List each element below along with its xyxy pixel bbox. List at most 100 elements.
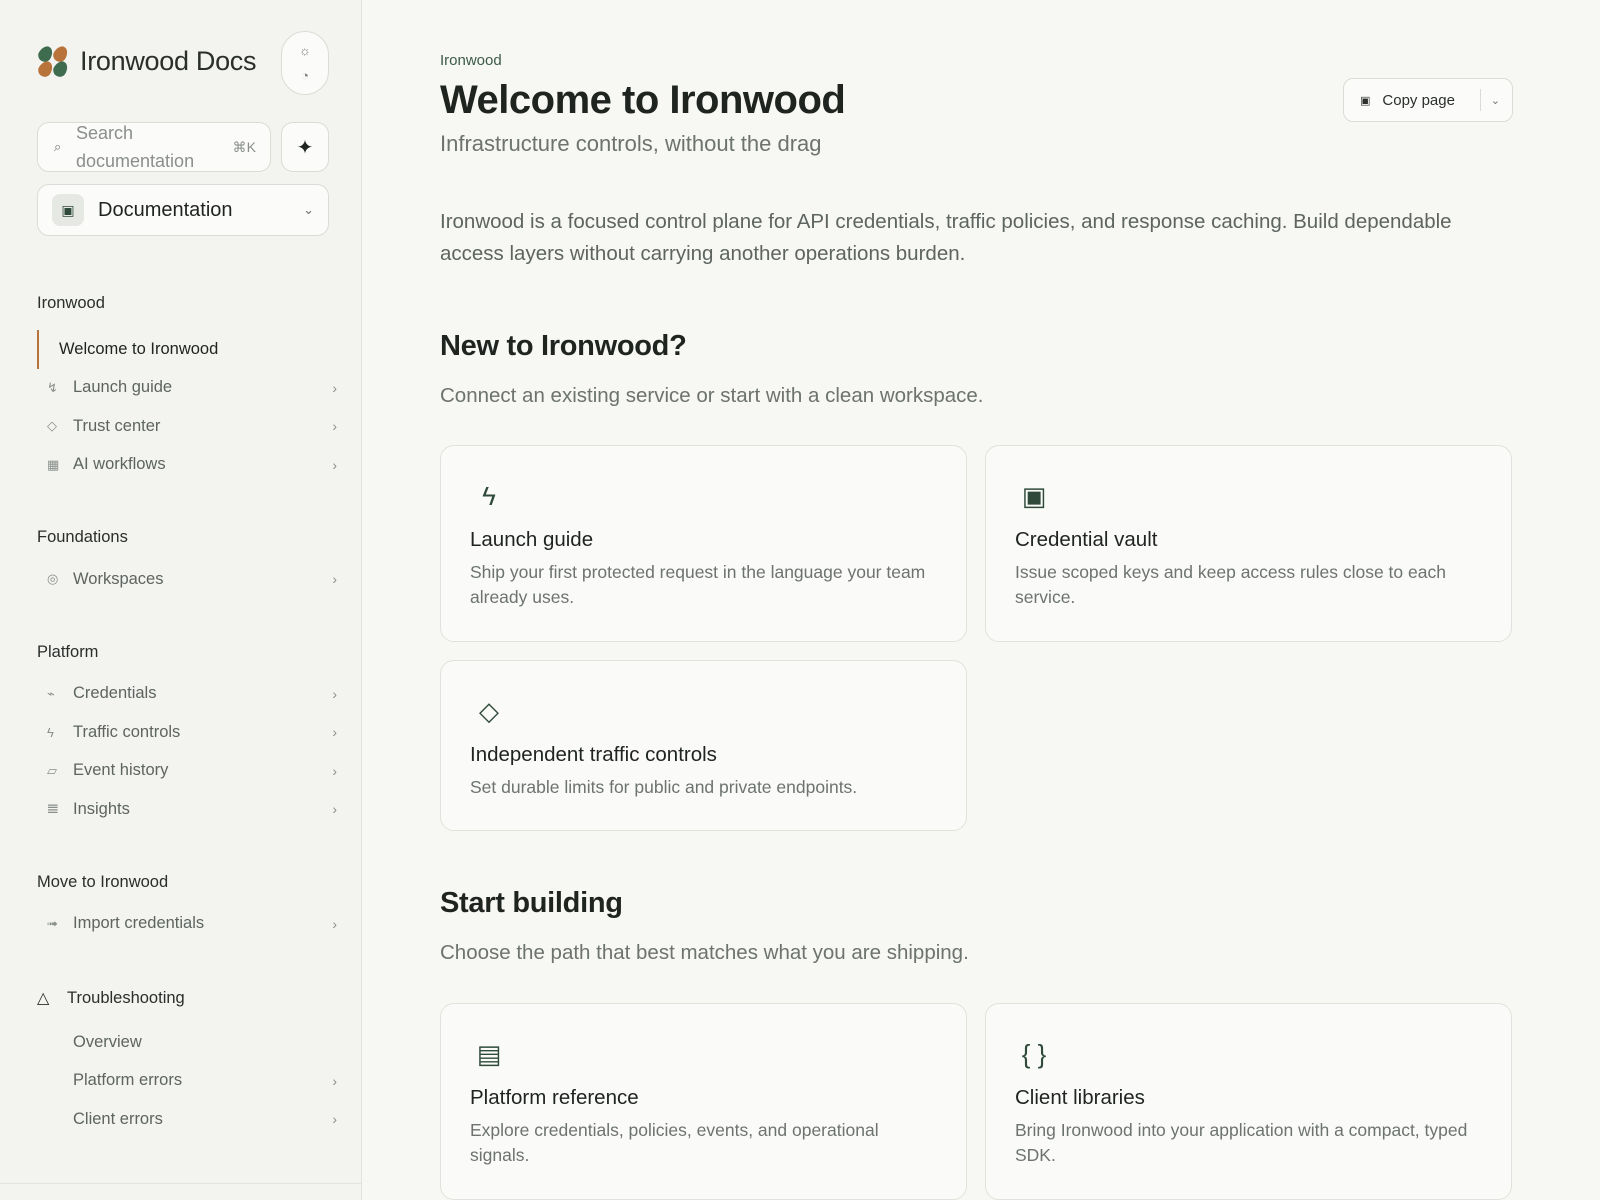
nav-group-title: Foundations: [37, 528, 128, 546]
card-launch-guide[interactable]: ϟ Launch guide Ship your first protected…: [440, 445, 967, 642]
sidebar: Ironwood Docs ☼ ◔ ⌕ Search documentation…: [0, 0, 362, 1200]
card-title: Platform reference: [470, 1086, 639, 1109]
chevron-right-icon[interactable]: ›: [323, 418, 337, 434]
sidebar-divider: [0, 1183, 362, 1184]
ironwood-logo-icon: [35, 43, 71, 80]
card-description: Ship your first protected request in the…: [470, 562, 926, 607]
chevron-right-icon[interactable]: ›: [323, 801, 337, 817]
sidebar-item-label: Platform errors: [73, 1071, 183, 1090]
card-description: Explore credentials, policies, events, a…: [470, 1120, 879, 1165]
search-shortcut: ⌘K: [232, 138, 256, 155]
card-description: Issue scoped keys and keep access rules …: [1015, 562, 1446, 607]
sidebar-item-label: Launch guide: [73, 378, 173, 397]
nav-group-title: Move to Ironwood: [37, 872, 169, 891]
nav-group-title: Ironwood: [37, 294, 105, 312]
page-subtitle: Infrastructure controls, without the dra…: [440, 131, 822, 156]
documentation-selector[interactable]: ▣ Documentation ⌄: [37, 184, 329, 236]
section-subtitle-build: Choose the path that best matches what y…: [440, 941, 969, 964]
card-traffic-controls[interactable]: ◇ Independent traffic controls Set durab…: [440, 660, 967, 831]
diamond-icon: ◇: [479, 695, 499, 726]
sidebar-item-label: Trust center: [73, 416, 161, 435]
sidebar-item-import-credentials[interactable]: ➟ Import credentials ›: [37, 905, 337, 944]
sidebar-section-label: Troubleshooting: [67, 988, 185, 1007]
key-icon: ⌁: [47, 685, 55, 701]
documentation-selector-label: Documentation: [98, 198, 233, 221]
chevron-down-icon[interactable]: ⌄: [1491, 94, 1500, 107]
copy-page-button[interactable]: ▣ Copy page ⌄: [1343, 78, 1513, 122]
chart-icon: 𝌆: [47, 801, 59, 817]
card-description: Set durable limits for public and privat…: [470, 777, 858, 797]
chevron-down-icon: ⌄: [303, 202, 314, 217]
chevron-right-icon[interactable]: ›: [323, 686, 337, 702]
chevron-right-icon[interactable]: ›: [323, 1073, 337, 1089]
chevron-right-icon[interactable]: ›: [323, 380, 337, 396]
section-title-build: Start building: [440, 887, 623, 919]
sidebar-item-label: Insights: [73, 799, 130, 818]
arrow-right-icon: ➟: [47, 915, 58, 931]
sidebar-item-platform-errors[interactable]: Platform errors ›: [37, 1062, 337, 1101]
chevron-right-icon[interactable]: ›: [323, 571, 337, 587]
sidebar-item-workspaces[interactable]: ◎ Workspaces ›: [37, 560, 337, 599]
sidebar-item-ai-workflows[interactable]: ▦ AI workflows ›: [37, 446, 337, 485]
sidebar-item-trust-center[interactable]: ◇ Trust center ›: [37, 407, 337, 446]
brand[interactable]: Ironwood Docs: [35, 43, 257, 80]
sidebar-section-troubleshooting[interactable]: △ Troubleshooting: [37, 985, 337, 1011]
sidebar-item-welcome[interactable]: Welcome to Ironwood: [37, 330, 337, 369]
nav-group-title: Platform: [37, 642, 99, 661]
card-title: Client libraries: [1015, 1086, 1145, 1109]
sidebar-nav: Ironwood Welcome to Ironwood ↯ Launch gu…: [37, 292, 337, 1139]
sidebar-item-launch-guide[interactable]: ↯ Launch guide ›: [37, 369, 337, 408]
document-list-icon: ▤: [476, 1038, 502, 1069]
sparkle-icon: ✦: [296, 136, 314, 159]
sidebar-item-client-errors[interactable]: Client errors ›: [37, 1100, 337, 1139]
target-icon: ◎: [47, 571, 59, 587]
theme-toggle[interactable]: ☼ ◔: [281, 31, 329, 95]
diamond-icon: ◇: [47, 418, 57, 434]
sidebar-item-event-history[interactable]: ▱ Event history ›: [37, 752, 337, 791]
divider: [1479, 89, 1481, 111]
chevron-right-icon[interactable]: ›: [323, 916, 337, 932]
search-icon: ⌕: [54, 139, 62, 154]
card-title: Independent traffic controls: [470, 743, 717, 766]
card-description: Bring Ironwood into your application wit…: [1015, 1120, 1468, 1165]
history-icon: ▱: [47, 762, 57, 778]
card-platform-reference[interactable]: ▤ Platform reference Explore credentials…: [440, 1003, 967, 1200]
bolt-icon: ϟ: [482, 480, 496, 511]
section-title-new: New to Ironwood?: [440, 330, 687, 362]
sidebar-item-label: Welcome to Ironwood: [59, 339, 219, 358]
sidebar-item-overview[interactable]: Overview: [37, 1023, 337, 1062]
sidebar-item-insights[interactable]: 𝌆 Insights ›: [37, 790, 337, 829]
chevron-right-icon[interactable]: ›: [323, 457, 337, 473]
card-credential-vault[interactable]: ▣ Credential vault Issue scoped keys and…: [985, 445, 1512, 642]
moon-icon[interactable]: ◔: [301, 68, 309, 83]
sidebar-item-label: Overview: [73, 1032, 142, 1051]
sun-icon[interactable]: ☼: [299, 43, 311, 58]
sidebar-item-label: AI workflows: [73, 455, 166, 474]
sidebar-item-label: Workspaces: [73, 569, 164, 588]
copy-page-label: Copy page: [1382, 91, 1455, 109]
warning-triangle-icon: △: [37, 990, 50, 1007]
sidebar-item-credentials[interactable]: ⌁ Credentials ›: [37, 675, 337, 714]
card-client-libraries[interactable]: { } Client libraries Bring Ironwood into…: [985, 1003, 1512, 1200]
sidebar-item-label: Traffic controls: [73, 722, 181, 741]
bolt-icon: ϟ: [47, 724, 54, 740]
search-input[interactable]: ⌕ Search documentation ⌘K: [37, 122, 271, 172]
chevron-right-icon[interactable]: ›: [323, 1111, 337, 1127]
ai-assistant-button[interactable]: ✦: [281, 122, 329, 172]
sidebar-item-label: Client errors: [73, 1109, 163, 1128]
section-subtitle-new: Connect an existing service or start wit…: [440, 384, 984, 407]
search-placeholder: Search documentation: [76, 123, 195, 171]
chevron-right-icon[interactable]: ›: [323, 724, 337, 740]
sidebar-item-label: Event history: [73, 761, 169, 780]
bolt-icon: ↯: [47, 379, 58, 395]
code-braces-icon: { }: [1021, 1038, 1047, 1069]
page-title: Welcome to Ironwood: [440, 78, 846, 122]
card-title: Credential vault: [1015, 528, 1158, 551]
sidebar-item-label: Credentials: [73, 684, 157, 703]
chevron-right-icon[interactable]: ›: [323, 763, 337, 779]
grid-icon: ▦: [47, 456, 60, 472]
brand-name: Ironwood Docs: [80, 45, 257, 76]
breadcrumb[interactable]: Ironwood: [440, 52, 502, 69]
copy-icon: ▣: [1360, 94, 1371, 107]
sidebar-item-traffic-controls[interactable]: ϟ Traffic controls ›: [37, 713, 337, 752]
